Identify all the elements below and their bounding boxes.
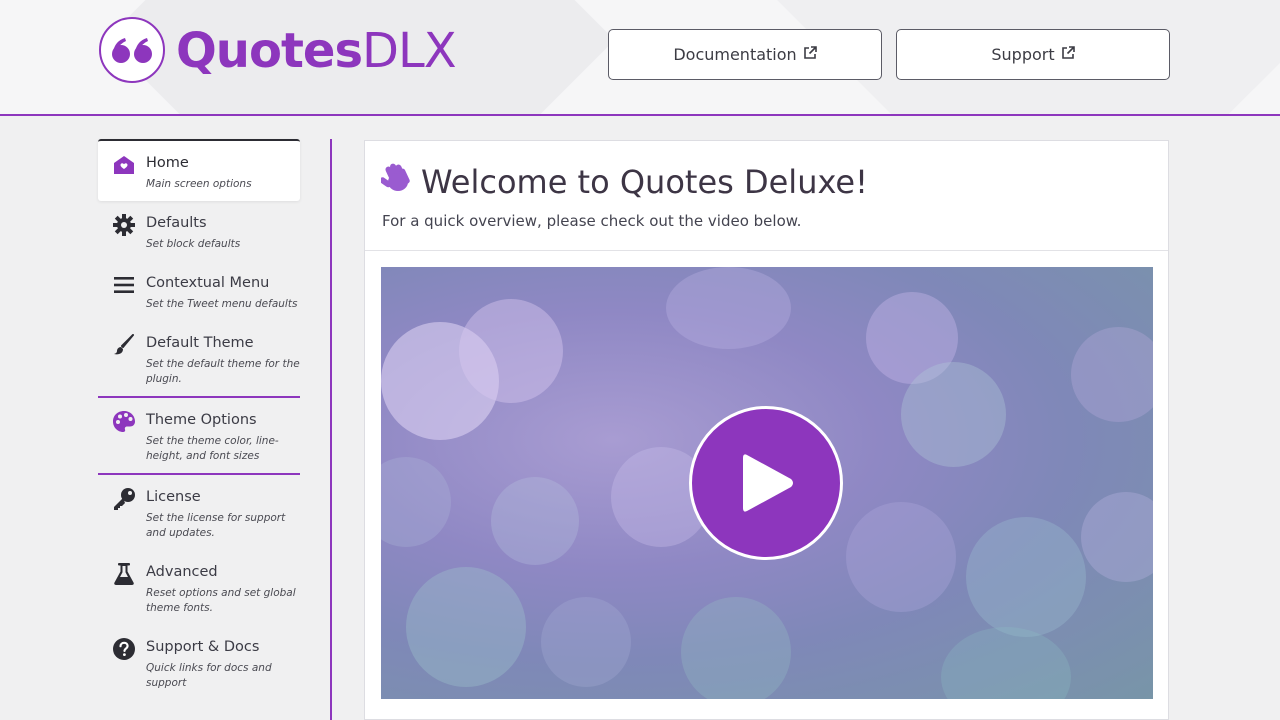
page-title: Welcome to Quotes Deluxe! [379, 160, 868, 203]
documentation-button[interactable]: Documentation [608, 29, 882, 80]
external-link-icon [803, 45, 817, 59]
play-icon [743, 454, 793, 512]
sidebar-item-contextual-menu[interactable]: Contextual Menu Set the Tweet menu defau… [98, 261, 300, 321]
menu-icon [112, 273, 136, 297]
home-icon [112, 153, 136, 177]
palette-icon [112, 410, 136, 434]
quote-logo-icon [99, 17, 165, 83]
key-icon [112, 487, 136, 511]
brand-logo-text: QuotesDLX [176, 23, 457, 79]
sidebar-item-default-theme[interactable]: Default Theme Set the default theme for … [98, 321, 300, 396]
brush-icon [112, 333, 136, 357]
intro-text: For a quick overview, please check out t… [382, 212, 802, 230]
sidebar-divider [330, 139, 332, 720]
play-button[interactable] [689, 406, 843, 560]
sidebar-item-defaults[interactable]: Defaults Set block defaults [98, 201, 300, 261]
sidebar-item-advanced[interactable]: Advanced Reset options and set global th… [98, 550, 300, 625]
flask-icon [112, 562, 136, 586]
waving-hand-icon [379, 160, 415, 203]
external-link-icon [1061, 45, 1075, 59]
gear-icon [112, 213, 136, 237]
sidebar: Home Main screen options Defaults Set bl… [98, 139, 300, 700]
sidebar-item-license[interactable]: License Set the license for support and … [98, 475, 300, 550]
header: QuotesDLX Documentation Support [0, 0, 1280, 116]
support-button[interactable]: Support [896, 29, 1170, 80]
video-player[interactable] [381, 267, 1153, 699]
question-icon [112, 637, 136, 661]
sidebar-item-home[interactable]: Home Main screen options [98, 139, 300, 201]
sidebar-item-support-docs[interactable]: Support & Docs Quick links for docs and … [98, 625, 300, 700]
sidebar-item-theme-options[interactable]: Theme Options Set the theme color, line-… [98, 396, 300, 475]
main-panel: Welcome to Quotes Deluxe! For a quick ov… [364, 140, 1169, 720]
